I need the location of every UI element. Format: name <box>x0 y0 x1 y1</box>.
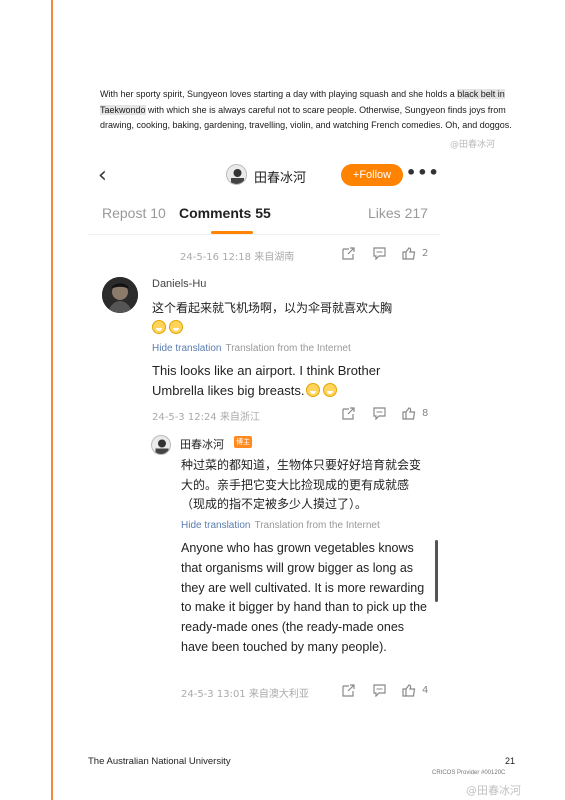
more-options-icon[interactable]: ••• <box>406 163 440 182</box>
comment-text-en: This looks like an airport. I think Brot… <box>152 361 412 401</box>
share-icon[interactable] <box>342 407 355 420</box>
divider <box>88 234 440 235</box>
comment-cn-body: 这个看起来就飞机场啊，以为伞哥就喜欢大胸 <box>152 301 393 315</box>
page-number: 21 <box>505 756 516 766</box>
accent-line <box>51 0 53 800</box>
intro-text-after: with which she is always careful not to … <box>100 104 512 131</box>
cricos-provider: CRICOS Provider #00120C <box>432 770 506 776</box>
share-icon[interactable] <box>342 247 355 260</box>
comment-text-cn: 这个看起来就飞机场啊，以为伞哥就喜欢大胸 <box>152 298 432 338</box>
commenter-name[interactable]: Daniels-Hu <box>152 278 206 290</box>
grin-emoji-icon <box>306 383 321 397</box>
like-count: 8 <box>422 408 429 419</box>
translation-source: Translation from the Internet <box>254 520 380 531</box>
comment-icon[interactable] <box>373 247 386 260</box>
translation-row: Hide translation Translation from the Int… <box>181 520 380 531</box>
author-badge: 博主 <box>234 436 252 448</box>
tab-likes[interactable]: Likes 217 <box>368 205 428 221</box>
reply-avatar[interactable] <box>151 435 171 455</box>
comment-meta: 24-5-16 12:18 来自湖南 <box>180 252 295 263</box>
translation-source: Translation from the Internet <box>225 343 351 354</box>
tab-comments[interactable]: Comments 55 <box>179 205 271 221</box>
reply-meta: 24-5-3 13:01 来自澳大利亚 <box>181 689 309 700</box>
user-avatar[interactable] <box>226 164 247 185</box>
translation-row: Hide translation Translation from the Int… <box>152 343 351 354</box>
comment-icon[interactable] <box>373 407 386 420</box>
like-count: 4 <box>422 685 429 696</box>
comment-meta: 24-5-3 12:24 来自浙江 <box>152 412 260 423</box>
back-arrow-icon[interactable]: ‹ <box>98 165 107 187</box>
reply-author[interactable]: 田春冰河 <box>180 436 224 452</box>
weibo-screenshot: ‹ 田春冰河 +Follow ••• Repost 10 Comments 55… <box>88 150 440 710</box>
grin-emoji-icon <box>323 383 338 397</box>
tab-bar: Repost 10 Comments 55 Likes 217 <box>88 205 440 235</box>
user-title[interactable]: 田春冰河 <box>254 167 306 186</box>
grin-emoji-icon <box>152 320 166 334</box>
reply-text-cn: 种过菜的都知道，生物体只要好好培育就会变大的。亲手把它变大比捡现成的更有成就感（… <box>181 458 422 511</box>
comment-en-body: This looks like an airport. I think Brot… <box>152 363 381 398</box>
comment-icon[interactable] <box>373 684 386 697</box>
watermark-top: @田春冰河 <box>450 140 496 150</box>
like-icon[interactable] <box>402 684 416 697</box>
hide-translation-link[interactable]: Hide translation <box>152 343 221 354</box>
intro-text-before: With her sporty spirit, Sungyeon loves s… <box>100 89 458 99</box>
commenter-avatar[interactable] <box>102 277 138 313</box>
like-count: 2 <box>422 248 429 259</box>
like-icon[interactable] <box>402 247 416 260</box>
like-icon[interactable] <box>402 407 416 420</box>
intro-paragraph: With her sporty spirit, Sungyeon loves s… <box>100 87 520 134</box>
tab-repost[interactable]: Repost 10 <box>102 205 166 221</box>
top-bar: ‹ 田春冰河 +Follow ••• <box>88 160 440 192</box>
footer-university: The Australian National University <box>88 756 231 767</box>
reply-text-en: Anyone who has grown vegetables knows th… <box>181 541 427 654</box>
scrollbar[interactable] <box>435 540 438 602</box>
hide-translation-link[interactable]: Hide translation <box>181 520 250 531</box>
follow-button[interactable]: +Follow <box>341 164 403 186</box>
grin-emoji-icon <box>169 320 183 334</box>
share-icon[interactable] <box>342 684 355 697</box>
watermark-bottom: @田春冰河 <box>466 784 521 797</box>
